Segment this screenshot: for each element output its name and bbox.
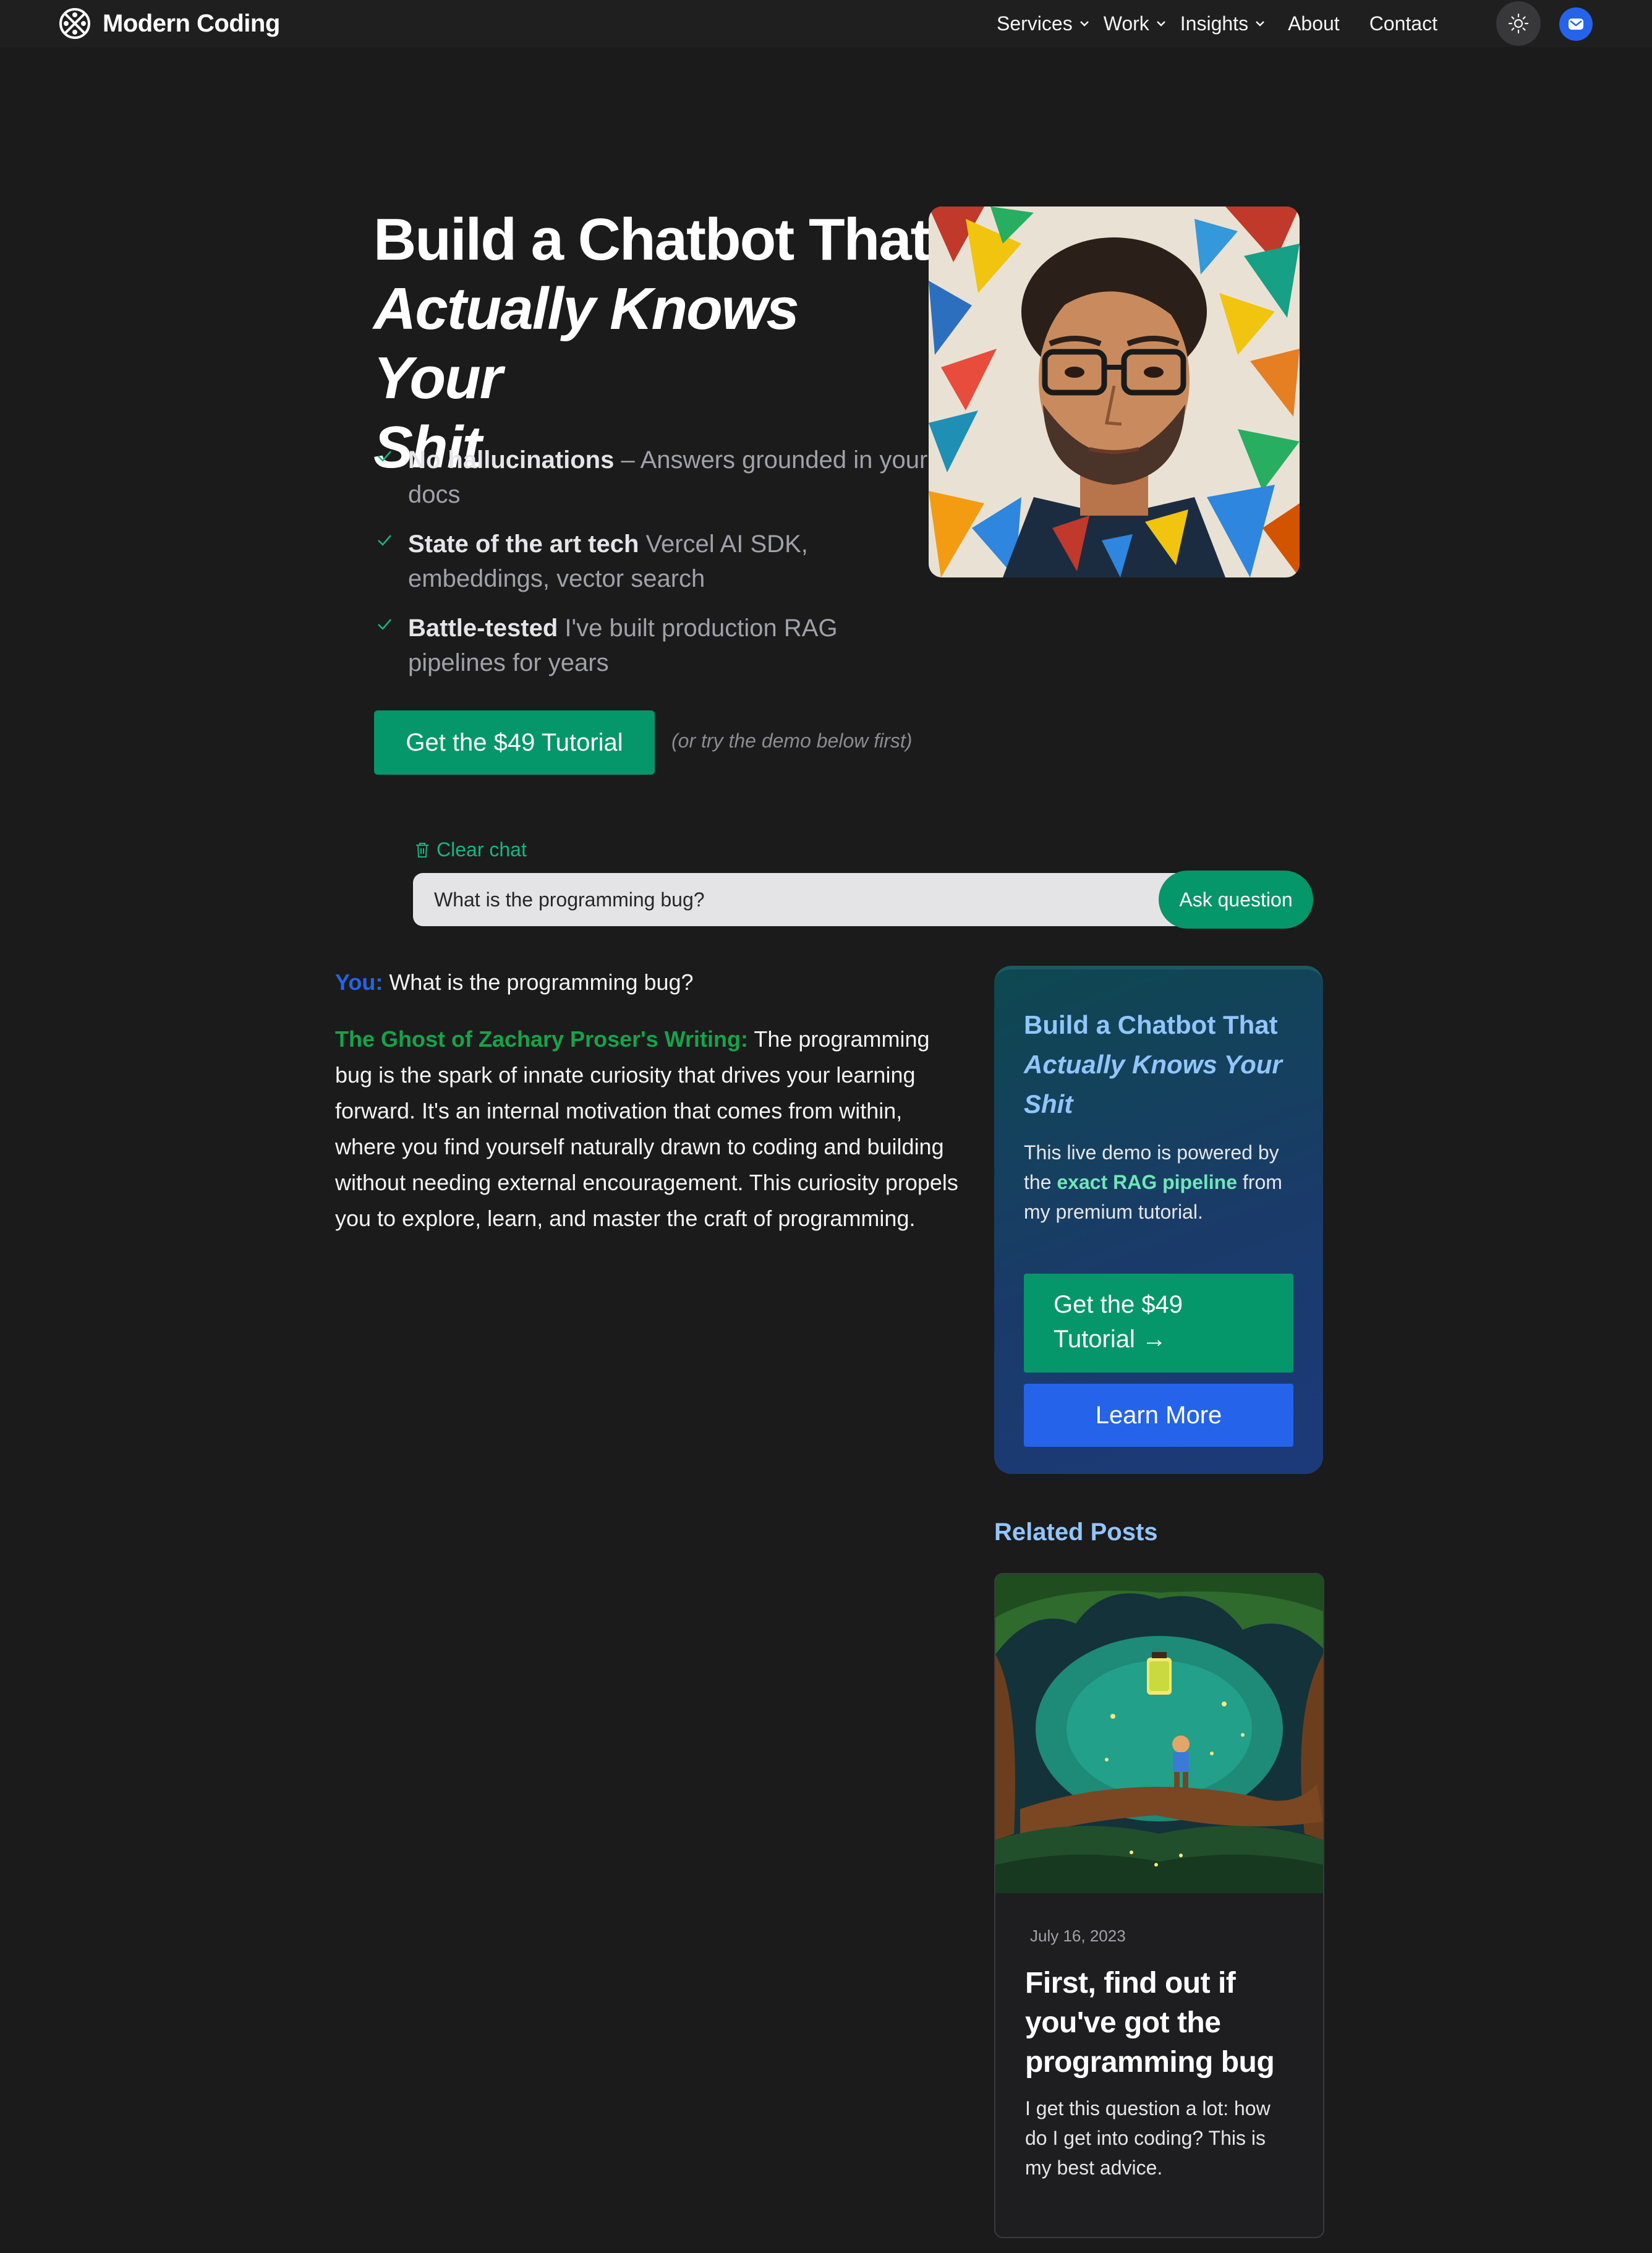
main-menu: Services Work Insights About Contact — [997, 0, 1437, 47]
post-title[interactable]: First, find out if you've got the progra… — [1025, 1964, 1297, 2082]
top-navigation: Modern Coding Services Work Insights Abo… — [0, 0, 1652, 47]
related-post-card[interactable]: July 16, 2023 First, find out if you've … — [994, 1573, 1324, 2238]
user-message: You: What is the programming bug? — [335, 969, 694, 995]
nav-item-work[interactable]: Work — [1104, 12, 1167, 35]
feature-title: No hallucinations — [408, 446, 615, 474]
promo-highlight: exact RAG pipeline — [1057, 1171, 1238, 1193]
feature-list: No hallucinations – Answers grounded in … — [373, 443, 930, 695]
promo-title: Build a Chatbot That Actually Knows Your… — [1024, 1005, 1293, 1124]
ask-question-button[interactable]: Ask question — [1159, 871, 1313, 929]
chevron-down-icon — [1079, 21, 1089, 27]
bot-message-text: The programming bug is the spark of inna… — [335, 1026, 958, 1231]
related-posts-heading: Related Posts — [994, 1518, 1158, 1546]
nav-item-label: Work — [1103, 12, 1149, 35]
hero-title: Build a Chatbot That Actually Knows Your… — [373, 205, 930, 482]
promo-title-line: Build a Chatbot That — [1024, 1010, 1278, 1039]
promo-description: This live demo is powered by the exact R… — [1024, 1138, 1293, 1227]
cta-note: (or try the demo below first) — [671, 730, 913, 752]
brand-name: Modern Coding — [103, 9, 280, 37]
mail-icon — [1569, 19, 1583, 30]
promo-title-emphasis: Shit — [1024, 1089, 1073, 1118]
sun-icon — [1508, 13, 1529, 34]
check-icon — [378, 451, 391, 462]
feature-item: State of the art tech Vercel AI SDK, emb… — [373, 527, 930, 596]
post-date: July 16, 2023 — [1030, 1927, 1126, 1945]
nav-item-label: Services — [997, 12, 1073, 35]
nav-item-about[interactable]: About — [1288, 12, 1340, 35]
bot-message: The Ghost of Zachary Proser's Writing: T… — [335, 1021, 960, 1237]
post-thumbnail-image — [995, 1574, 1323, 1893]
question-input[interactable] — [413, 873, 1180, 926]
mail-button[interactable] — [1559, 7, 1593, 41]
promo-title-emphasis: Actually Knows Your — [1024, 1050, 1282, 1079]
user-label: You: — [335, 969, 383, 995]
feature-title: Battle-tested — [408, 615, 558, 642]
brand-logo-link[interactable]: Modern Coding — [58, 7, 280, 40]
check-icon — [378, 535, 391, 546]
theme-toggle-button[interactable] — [1496, 1, 1541, 46]
nav-item-services[interactable]: Services — [997, 12, 1090, 35]
chevron-down-icon — [1156, 21, 1165, 27]
chevron-down-icon — [1256, 21, 1264, 27]
user-message-text: What is the programming bug? — [389, 969, 694, 995]
promo-get-tutorial-button[interactable]: Get the $49 Tutorial → — [1024, 1274, 1293, 1373]
learn-more-button[interactable]: Learn More — [1024, 1384, 1293, 1447]
check-icon — [378, 619, 391, 630]
tutorial-promo-card: Build a Chatbot That Actually Knows Your… — [994, 966, 1323, 1474]
feature-title: State of the art tech — [408, 530, 639, 558]
author-portrait-image — [929, 207, 1300, 577]
feature-item: No hallucinations – Answers grounded in … — [373, 443, 930, 512]
clear-chat-button[interactable]: Clear chat — [414, 838, 527, 861]
feature-item: Battle-tested I've built production RAG … — [373, 611, 930, 680]
logo-icon — [59, 8, 90, 39]
get-tutorial-button[interactable]: Get the $49 Tutorial — [374, 710, 655, 775]
hero-title-emphasis: Actually Knows Your — [373, 276, 799, 411]
hero-title-line: Build a Chatbot That — [373, 207, 930, 273]
nav-item-insights[interactable]: Insights — [1180, 12, 1266, 35]
post-excerpt: I get this question a lot: how do I get … — [1025, 2097, 1271, 2179]
nav-item-contact[interactable]: Contact — [1369, 12, 1437, 35]
bot-label: The Ghost of Zachary Proser's Writing: — [335, 1026, 749, 1052]
nav-item-label: Insights — [1180, 12, 1249, 35]
trash-icon — [416, 842, 428, 858]
clear-chat-label: Clear chat — [436, 838, 527, 861]
